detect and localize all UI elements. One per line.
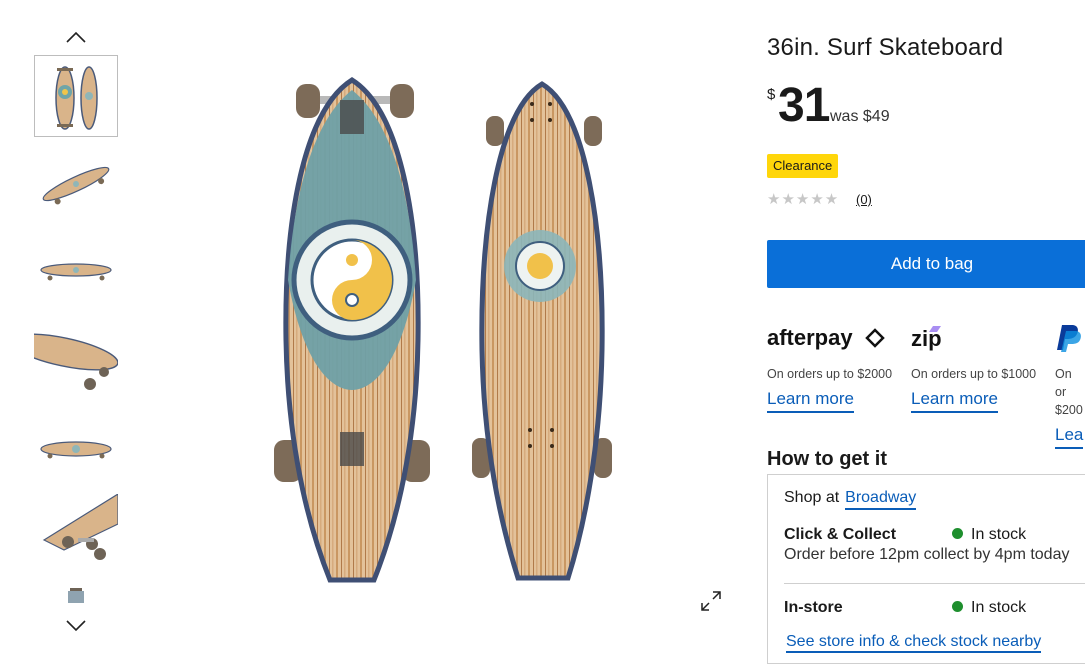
expand-image-icon[interactable] (699, 589, 723, 613)
paypal-option: On or $200 Lea (1055, 322, 1085, 449)
divider (784, 583, 1085, 584)
zip-logo: zip (911, 326, 942, 351)
add-to-bag-button[interactable]: Add to bag (767, 240, 1085, 288)
how-to-get-it-heading: How to get it (767, 448, 887, 470)
shop-at-row: Shop at Broadway (784, 489, 917, 510)
afterpay-learn-more-link[interactable]: Learn more (767, 389, 854, 413)
gallery-thumbnail-5[interactable] (34, 408, 118, 490)
afterpay-logo: afterpay (767, 325, 885, 350)
gallery-thumbnail-2[interactable] (34, 140, 118, 222)
instore-status-text: In stock (971, 599, 1027, 616)
zip-logo-text: zip (911, 326, 942, 351)
zip-learn-more-link[interactable]: Learn more (911, 389, 998, 413)
gallery-thumbnail-7[interactable] (34, 585, 118, 607)
was-price: was $49 (830, 108, 890, 125)
product-price: 31 (778, 79, 830, 132)
click-collect-detail: Order before 12pm collect by 4pm today (784, 546, 1070, 563)
in-stock-dot-icon (952, 528, 963, 540)
afterpay-option: afterpay On orders up to $2000 Learn mor… (767, 322, 907, 413)
gallery-thumbnail-1[interactable] (34, 55, 118, 137)
store-select-link[interactable]: Broadway (845, 489, 917, 510)
paypal-desc: On or $200 (1055, 367, 1083, 417)
zip-desc: On orders up to $1000 (911, 367, 1037, 381)
instore-status: In stock (952, 599, 1026, 617)
afterpay-logo-text: afterpay (767, 325, 853, 350)
rating-stars-icon: ★★★★★ (767, 191, 840, 208)
paypal-learn-more-link[interactable]: Lea (1055, 425, 1084, 449)
gallery-down-chevron-icon[interactable] (64, 619, 88, 633)
store-info-link[interactable]: See store info & check stock nearby (786, 633, 1042, 653)
in-stock-dot-icon (952, 601, 963, 613)
review-count-link[interactable]: (0) (856, 192, 872, 207)
main-product-image (274, 77, 612, 583)
instore-label: In-store (784, 599, 843, 616)
click-collect-status: In stock (952, 526, 1026, 544)
shop-at-label: Shop at (784, 489, 840, 506)
clearance-badge: Clearance (767, 154, 839, 178)
currency-symbol: $ (767, 86, 776, 103)
product-title: 36in. Surf Skateboard (767, 34, 1004, 61)
gallery-thumbnail-4[interactable] (34, 322, 118, 404)
click-collect-label: Click & Collect (784, 526, 897, 543)
gallery-thumbnail-3[interactable] (34, 228, 118, 310)
click-collect-status-text: In stock (971, 526, 1027, 543)
gallery-up-chevron-icon[interactable] (64, 30, 88, 44)
gallery-thumbnail-6[interactable] (34, 494, 118, 576)
zip-option: zip On orders up to $1000 Learn more (911, 322, 1051, 413)
afterpay-desc: On orders up to $2000 (767, 367, 893, 381)
paypal-logo-icon (1057, 325, 1081, 352)
